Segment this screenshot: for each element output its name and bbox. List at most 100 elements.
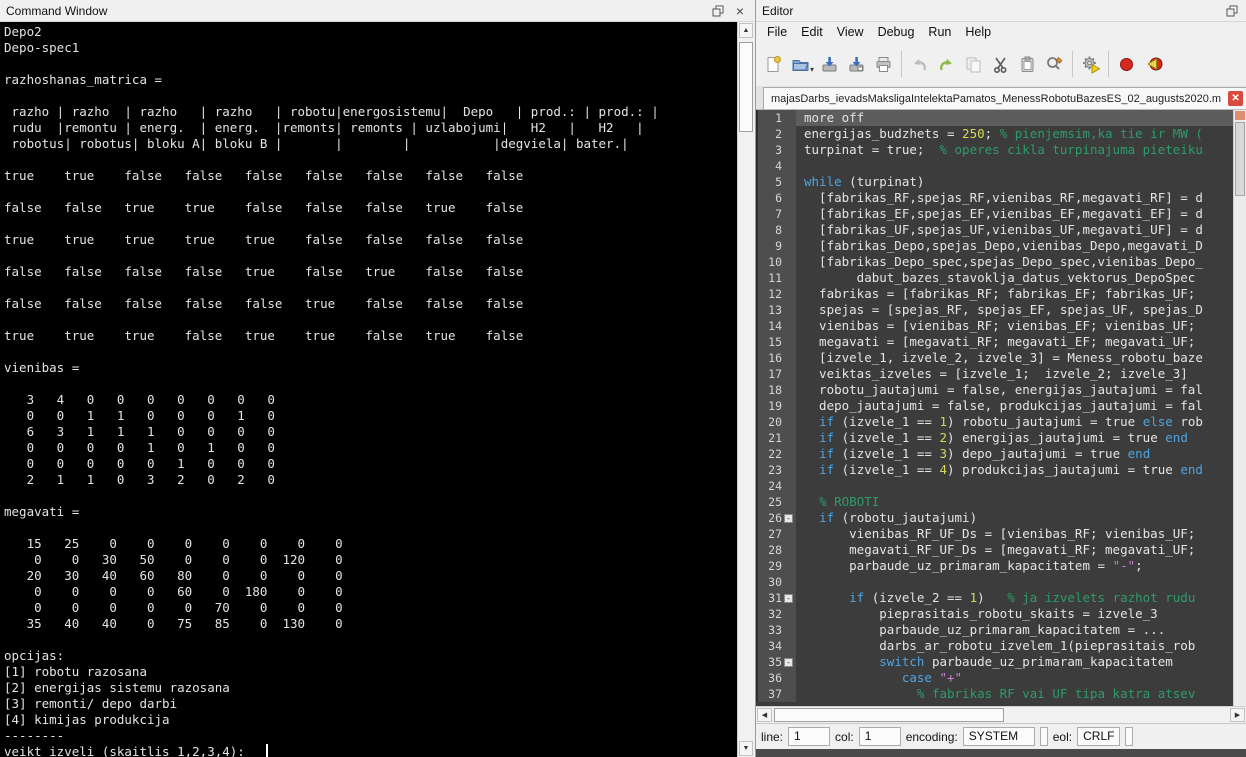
code-line-5[interactable]: 5while (turpinat): [756, 174, 1246, 190]
code-line-20[interactable]: 20 if (izvele_1 == 1) robotu_jautajumi =…: [756, 414, 1246, 430]
code-line-3[interactable]: 3turpinat = true; % operes cikla turpina…: [756, 142, 1246, 158]
code-line-31[interactable]: 31- if (izvele_2 == 1) % ja izvelets raz…: [756, 590, 1246, 606]
scroll-up-icon[interactable]: ▲: [739, 23, 753, 38]
editor-vscrollbar[interactable]: [1233, 110, 1246, 706]
menu-edit[interactable]: Edit: [794, 23, 830, 41]
code-text: if (izvele_1 == 3) depo_jautajumi = true…: [796, 446, 1246, 462]
code-line-12[interactable]: 12 fabrikas = [fabrikas_RF; fabrikas_EF;…: [756, 286, 1246, 302]
cut-icon[interactable]: [987, 49, 1014, 79]
command-window-titlebar[interactable]: Command Window ×: [0, 0, 754, 22]
undo-icon[interactable]: [906, 49, 933, 79]
code-line-18[interactable]: 18 robotu_jautajumi = false, energijas_j…: [756, 382, 1246, 398]
line-number-gutter: 7: [756, 206, 796, 222]
code-line-28[interactable]: 28 megavati_RF_UF_Ds = [megavati_RF; meg…: [756, 542, 1246, 558]
code-line-37[interactable]: 37 % fabrikas RF vai UF tipa katra atsev: [756, 686, 1246, 702]
menu-help[interactable]: Help: [958, 23, 998, 41]
fold-marker-icon[interactable]: -: [784, 594, 793, 603]
code-line-6[interactable]: 6 [fabrikas_RF,spejas_RF,vienibas_RF,meg…: [756, 190, 1246, 206]
line-number: 18: [768, 382, 782, 398]
terminal[interactable]: Depo2 Depo-spec1 razhoshanas_matrica = r…: [0, 22, 754, 757]
code-line-4[interactable]: 4: [756, 158, 1246, 174]
terminal-scrollbar[interactable]: ▲ ▼: [737, 22, 754, 757]
paste-icon[interactable]: [1014, 49, 1041, 79]
menu-view[interactable]: View: [830, 23, 871, 41]
code-line-15[interactable]: 15 megavati = [megavati_RF; megavati_EF;…: [756, 334, 1246, 350]
line-number: 27: [768, 526, 782, 542]
code-line-36[interactable]: 36 case "+": [756, 670, 1246, 686]
code-line-30[interactable]: 30: [756, 574, 1246, 590]
code-line-33[interactable]: 33 parbaude_uz_primaram_kapacitatem = ..…: [756, 622, 1246, 638]
code-line-29[interactable]: 29 parbaude_uz_primaram_kapacitatem = "-…: [756, 558, 1246, 574]
close-icon[interactable]: ×: [732, 3, 748, 19]
menu-run[interactable]: Run: [921, 23, 958, 41]
code-line-27[interactable]: 27 vienibas_RF_UF_Ds = [vienibas_RF; vie…: [756, 526, 1246, 542]
code-line-32[interactable]: 32 pieprasitais_robotu_skaits = izvele_3: [756, 606, 1246, 622]
code-text: more off: [796, 110, 1246, 126]
menu-debug[interactable]: Debug: [871, 23, 922, 41]
line-number-gutter: 15: [756, 334, 796, 350]
code-line-25[interactable]: 25 % ROBOTI: [756, 494, 1246, 510]
line-number: 7: [775, 206, 782, 222]
code-line-2[interactable]: 2energijas_budzhets = 250; % pienjemsim,…: [756, 126, 1246, 142]
code-line-16[interactable]: 16 [izvele_1, izvele_2, izvele_3] = Mene…: [756, 350, 1246, 366]
code-line-21[interactable]: 21 if (izvele_1 == 2) energijas_jautajum…: [756, 430, 1246, 446]
code-text: energijas_budzhets = 250; % pienjemsim,k…: [796, 126, 1246, 142]
code-line-10[interactable]: 10 [fabrikas_Depo_spec,spejas_Depo_spec,…: [756, 254, 1246, 270]
copy-icon[interactable]: [960, 49, 987, 79]
line-number: 24: [768, 478, 782, 494]
code-line-23[interactable]: 23 if (izvele_1 == 4) produkcijas_jautaj…: [756, 462, 1246, 478]
code-line-14[interactable]: 14 vienibas = [vienibas_RF; vienibas_EF;…: [756, 318, 1246, 334]
save-icon[interactable]: [816, 49, 843, 79]
find-replace-icon[interactable]: [1041, 49, 1068, 79]
code-text: if (robotu_jautajumi): [796, 510, 1246, 526]
terminal-output[interactable]: Depo2 Depo-spec1 razhoshanas_matrica = r…: [0, 22, 754, 757]
line-number: 37: [768, 686, 782, 702]
record-icon[interactable]: [1113, 49, 1140, 79]
run-script-icon[interactable]: [1077, 49, 1104, 79]
fold-marker-icon[interactable]: -: [784, 658, 793, 667]
code-line-19[interactable]: 19 depo_jautajumi = false, produkcijas_j…: [756, 398, 1246, 414]
line-number-gutter: 14: [756, 318, 796, 334]
code-line-1[interactable]: 1more off: [756, 110, 1246, 126]
print-icon[interactable]: [870, 49, 897, 79]
code-line-35[interactable]: 35- switch parbaude_uz_primaram_kapacita…: [756, 654, 1246, 670]
tab-filename: majasDarbs_ievadsMaksligaIntelektaPamato…: [771, 93, 1221, 105]
code-line-8[interactable]: 8 [fabrikas_UF,spejas_UF,vienibas_UF,meg…: [756, 222, 1246, 238]
menu-file[interactable]: File: [760, 23, 794, 41]
undock-icon[interactable]: [710, 3, 726, 19]
code-text: [796, 574, 1246, 590]
fold-marker-icon[interactable]: -: [784, 514, 793, 523]
code-text: if (izvele_2 == 1) % ja izvelets razhot …: [796, 590, 1246, 606]
code-text: [fabrikas_Depo_spec,spejas_Depo_spec,vie…: [796, 254, 1246, 270]
redo-icon[interactable]: [933, 49, 960, 79]
code-line-26[interactable]: 26- if (robotu_jautajumi): [756, 510, 1246, 526]
scroll-right-icon[interactable]: ▶: [1230, 708, 1245, 722]
undock-icon[interactable]: [1224, 3, 1240, 19]
editor-titlebar[interactable]: Editor: [756, 0, 1246, 22]
editor-tab[interactable]: majasDarbs_ievadsMaksligaIntelektaPamato…: [763, 87, 1246, 109]
code-line-11[interactable]: 11 dabut_bazes_stavoklja_datus_vektorus_…: [756, 270, 1246, 286]
line-number: 32: [768, 606, 782, 622]
code-line-22[interactable]: 22 if (izvele_1 == 3) depo_jautajumi = t…: [756, 446, 1246, 462]
code-line-7[interactable]: 7 [fabrikas_EF,spejas_EF,vienibas_EF,meg…: [756, 206, 1246, 222]
code-line-13[interactable]: 13 spejas = [spejas_RF, spejas_EF, speja…: [756, 302, 1246, 318]
scrollbar-thumb[interactable]: [739, 42, 753, 132]
code-line-9[interactable]: 9 [fabrikas_Depo,spejas_Depo,vienibas_De…: [756, 238, 1246, 254]
save-as-icon[interactable]: [843, 49, 870, 79]
scroll-left-icon[interactable]: ◀: [757, 708, 772, 722]
run-resume-icon[interactable]: [1140, 49, 1167, 79]
code-line-17[interactable]: 17 veiktas_izveles = [izvele_1; izvele_2…: [756, 366, 1246, 382]
scrollbar-thumb[interactable]: [1235, 122, 1245, 196]
code-line-24[interactable]: 24: [756, 478, 1246, 494]
code-area[interactable]: 1more off2energijas_budzhets = 250; % pi…: [756, 110, 1246, 706]
scrollbar-thumb[interactable]: [774, 708, 1004, 722]
new-script-icon[interactable]: [760, 49, 787, 79]
line-number-gutter: 27: [756, 526, 796, 542]
open-dropdown-icon[interactable]: ▾: [810, 65, 814, 74]
code-line-34[interactable]: 34 darbs_ar_robotu_izvelem_1(pieprasitai…: [756, 638, 1246, 654]
editor-hscrollbar[interactable]: ◀ ▶: [756, 706, 1246, 723]
scroll-down-icon[interactable]: ▼: [739, 741, 753, 756]
line-number-gutter: 2: [756, 126, 796, 142]
close-icon[interactable]: ✕: [1228, 91, 1243, 106]
line-number: 20: [768, 414, 782, 430]
